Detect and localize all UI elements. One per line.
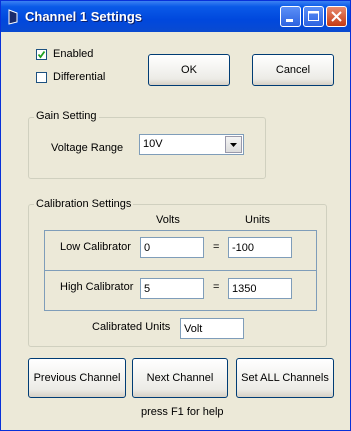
title-bar[interactable]: Channel 1 Settings xyxy=(1,1,350,32)
calibrated-units-label: Calibrated Units xyxy=(92,321,171,333)
voltage-range-label: Voltage Range xyxy=(51,142,124,154)
high-calibrator-label: High Calibrator xyxy=(60,281,134,293)
ok-button[interactable]: OK xyxy=(148,54,230,86)
previous-channel-button[interactable]: Previous Channel xyxy=(28,358,126,398)
set-all-channels-button[interactable]: Set ALL Channels xyxy=(236,358,334,398)
voltage-range-value: 10V xyxy=(143,138,163,150)
gain-setting-group-label: Gain Setting xyxy=(34,110,99,122)
differential-label: Differential xyxy=(53,71,106,83)
minimize-icon xyxy=(286,19,293,22)
help-hint: press F1 for help xyxy=(141,406,224,418)
differential-option[interactable]: Differential xyxy=(36,69,105,85)
cancel-button[interactable]: Cancel xyxy=(252,54,334,86)
enabled-checkbox[interactable] xyxy=(36,48,47,60)
minimize-button[interactable] xyxy=(280,6,301,27)
window-title: Channel 1 Settings xyxy=(25,9,143,24)
voltage-range-select[interactable]: 10V xyxy=(139,134,244,155)
high-calibrator-equals: = xyxy=(213,281,220,293)
low-calibrator-label: Low Calibrator xyxy=(60,241,131,253)
units-column-header: Units xyxy=(245,214,271,226)
chevron-down-icon xyxy=(230,143,237,147)
checkmark-icon xyxy=(37,50,46,58)
low-calibrator-equals: = xyxy=(213,241,220,253)
settings-dialog: Channel 1 Settings Enabled Differential … xyxy=(0,0,351,431)
close-button[interactable] xyxy=(326,6,347,27)
dropdown-button[interactable] xyxy=(225,136,242,153)
next-channel-button[interactable]: Next Channel xyxy=(132,358,228,398)
app-icon xyxy=(7,9,19,25)
maximize-icon xyxy=(308,11,319,21)
enabled-label: Enabled xyxy=(53,48,94,60)
low-calibrator-units-input[interactable] xyxy=(228,237,292,258)
differential-checkbox[interactable] xyxy=(36,71,47,83)
high-calibrator-volts-input[interactable] xyxy=(140,278,204,299)
maximize-button[interactable] xyxy=(303,6,324,27)
calibrated-units-input[interactable] xyxy=(180,318,244,339)
enabled-option[interactable]: Enabled xyxy=(36,46,93,62)
calibration-settings-group-label: Calibration Settings xyxy=(34,198,134,210)
high-calibrator-units-input[interactable] xyxy=(228,278,292,299)
volts-column-header: Volts xyxy=(156,214,180,226)
low-calibrator-volts-input[interactable] xyxy=(140,237,204,258)
close-icon xyxy=(331,11,342,22)
